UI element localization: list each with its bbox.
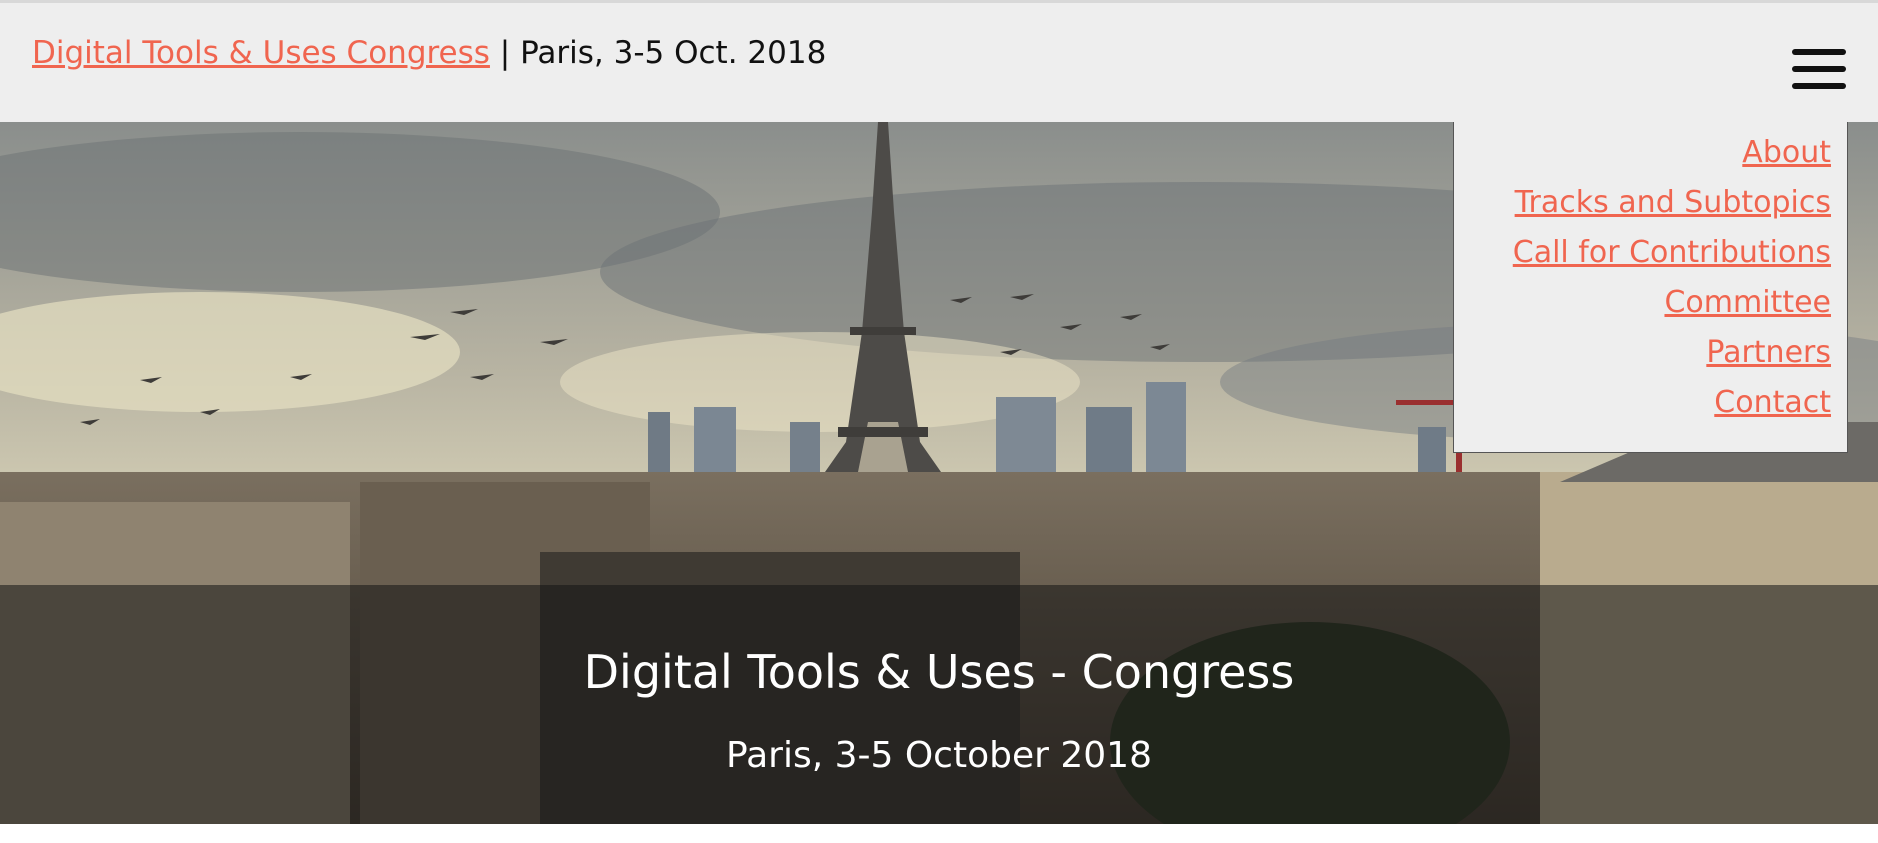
hero-caption: Digital Tools & Uses - Congress Paris, 3… — [0, 585, 1878, 824]
site-tagline: | Paris, 3-5 Oct. 2018 — [489, 35, 827, 71]
hero-subtitle: Paris, 3-5 October 2018 — [726, 735, 1152, 776]
site-brand: Digital Tools & Uses Congress | Paris, 3… — [32, 35, 826, 71]
nav-item-about: About — [1513, 128, 1831, 178]
nav-menu-list: About Tracks and Subtopics Call for Cont… — [1513, 128, 1831, 428]
site-title-link[interactable]: Digital Tools & Uses Congress — [32, 35, 490, 71]
nav-link-tracks[interactable]: Tracks and Subtopics — [1515, 185, 1831, 220]
hero-title: Digital Tools & Uses - Congress — [583, 645, 1295, 699]
hamburger-menu-icon[interactable] — [1792, 49, 1846, 89]
nav-link-partners[interactable]: Partners — [1706, 335, 1831, 370]
nav-link-about[interactable]: About — [1742, 135, 1831, 170]
nav-link-contact[interactable]: Contact — [1714, 385, 1831, 420]
site-header: Digital Tools & Uses Congress | Paris, 3… — [0, 3, 1878, 122]
dropdown-nav-menu: About Tracks and Subtopics Call for Cont… — [1453, 122, 1848, 453]
hamburger-bar — [1792, 83, 1846, 89]
nav-item-call-for-contributions: Call for Contributions — [1513, 228, 1831, 278]
nav-item-committee: Committee — [1513, 278, 1831, 328]
nav-link-committee[interactable]: Committee — [1664, 285, 1831, 320]
nav-item-partners: Partners — [1513, 328, 1831, 378]
hamburger-bar — [1792, 49, 1846, 55]
nav-item-tracks: Tracks and Subtopics — [1513, 178, 1831, 228]
nav-item-contact: Contact — [1513, 378, 1831, 428]
nav-link-call-for-contributions[interactable]: Call for Contributions — [1513, 235, 1831, 270]
hamburger-bar — [1792, 66, 1846, 72]
